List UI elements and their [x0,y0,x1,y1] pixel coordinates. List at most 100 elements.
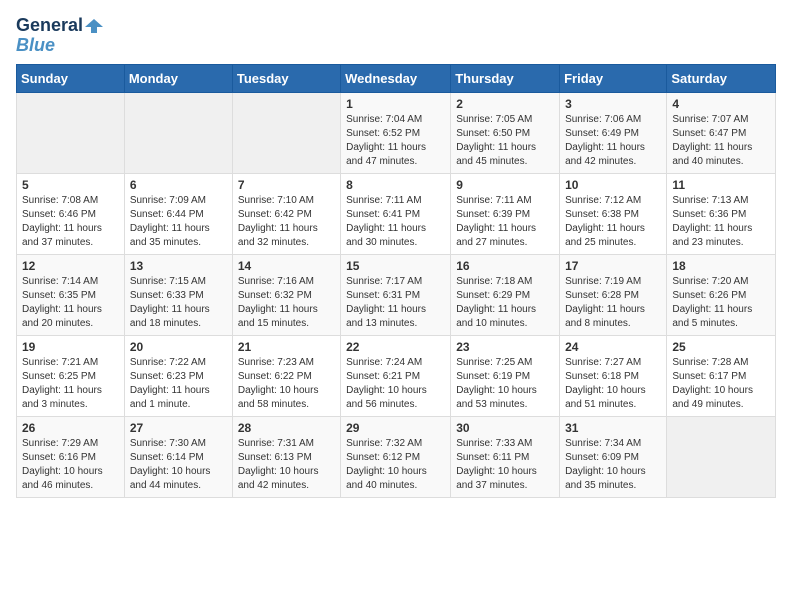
calendar-cell [124,92,232,173]
day-number: 22 [346,340,445,354]
day-number: 28 [238,421,335,435]
day-info: Sunrise: 7:16 AM Sunset: 6:32 PM Dayligh… [238,275,335,331]
weekday-header-saturday: Saturday [667,64,776,92]
day-info: Sunrise: 7:18 AM Sunset: 6:29 PM Dayligh… [456,275,554,331]
day-number: 23 [456,340,554,354]
day-info: Sunrise: 7:28 AM Sunset: 6:17 PM Dayligh… [672,356,770,412]
page-header: General Blue [16,16,776,56]
day-info: Sunrise: 7:05 AM Sunset: 6:50 PM Dayligh… [456,113,554,169]
calendar-cell: 18Sunrise: 7:20 AM Sunset: 6:26 PM Dayli… [667,254,776,335]
calendar-cell: 8Sunrise: 7:11 AM Sunset: 6:41 PM Daylig… [341,173,451,254]
day-info: Sunrise: 7:04 AM Sunset: 6:52 PM Dayligh… [346,113,445,169]
day-number: 3 [565,97,661,111]
weekday-header-friday: Friday [560,64,667,92]
day-number: 5 [22,178,119,192]
day-number: 9 [456,178,554,192]
day-info: Sunrise: 7:32 AM Sunset: 6:12 PM Dayligh… [346,437,445,493]
calendar-cell: 5 Sunrise: 7:08 AM Sunset: 6:46 PM Daylig… [17,173,125,254]
day-info: Sunrise: 7:22 AM Sunset: 6:23 PM Dayligh… [130,356,227,412]
calendar-cell: 16Sunrise: 7:18 AM Sunset: 6:29 PM Dayli… [451,254,560,335]
day-info: Sunrise: 7:27 AM Sunset: 6:18 PM Dayligh… [565,356,661,412]
day-number: 27 [130,421,227,435]
calendar-cell: 15 Sunrise: 7:17 AM Sunset: 6:31 PM Dayli… [341,254,451,335]
calendar-cell: 6 Sunrise: 7:09 AM Sunset: 6:44 PM Daylig… [124,173,232,254]
day-info: Sunrise: 7:34 AM Sunset: 6:09 PM Dayligh… [565,437,661,493]
calendar-cell: 21 Sunrise: 7:23 AM Sunset: 6:22 PM Dayli… [232,335,340,416]
weekday-header-wednesday: Wednesday [341,64,451,92]
weekday-header-sunday: Sunday [17,64,125,92]
calendar-cell: 19Sunrise: 7:21 AM Sunset: 6:25 PM Dayli… [17,335,125,416]
day-number: 20 [130,340,227,354]
calendar-cell: 1 Sunrise: 7:04 AM Sunset: 6:52 PM Daylig… [341,92,451,173]
day-number: 2 [456,97,554,111]
calendar-cell: 24 Sunrise: 7:27 AM Sunset: 6:18 PM Dayli… [560,335,667,416]
day-info: Sunrise: 7:14 AM Sunset: 6:35 PM Dayligh… [22,275,119,331]
day-info: Sunrise: 7:23 AM Sunset: 6:22 PM Dayligh… [238,356,335,412]
day-number: 25 [672,340,770,354]
calendar-table: SundayMondayTuesdayWednesdayThursdayFrid… [16,64,776,498]
calendar-cell: 25 Sunrise: 7:28 AM Sunset: 6:17 PM Dayli… [667,335,776,416]
calendar-cell: 7Sunrise: 7:10 AM Sunset: 6:42 PM Daylig… [232,173,340,254]
day-number: 10 [565,178,661,192]
day-info: Sunrise: 7:25 AM Sunset: 6:19 PM Dayligh… [456,356,554,412]
day-number: 15 [346,259,445,273]
day-number: 6 [130,178,227,192]
calendar-cell: 17 Sunrise: 7:19 AM Sunset: 6:28 PM Dayli… [560,254,667,335]
day-info: Sunrise: 7:24 AM Sunset: 6:21 PM Dayligh… [346,356,445,412]
day-number: 14 [238,259,335,273]
day-number: 17 [565,259,661,273]
day-number: 4 [672,97,770,111]
day-info: Sunrise: 7:19 AM Sunset: 6:28 PM Dayligh… [565,275,661,331]
day-number: 30 [456,421,554,435]
day-info: Sunrise: 7:08 AM Sunset: 6:46 PM Dayligh… [22,194,119,250]
day-info: Sunrise: 7:06 AM Sunset: 6:49 PM Dayligh… [565,113,661,169]
day-number: 29 [346,421,445,435]
calendar-week-row: 19Sunrise: 7:21 AM Sunset: 6:25 PM Dayli… [17,335,776,416]
calendar-cell: 31 Sunrise: 7:34 AM Sunset: 6:09 PM Dayli… [560,416,667,497]
calendar-cell: 30Sunrise: 7:33 AM Sunset: 6:11 PM Dayli… [451,416,560,497]
calendar-cell: 20 Sunrise: 7:22 AM Sunset: 6:23 PM Dayli… [124,335,232,416]
calendar-cell: 23 Sunrise: 7:25 AM Sunset: 6:19 PM Dayli… [451,335,560,416]
day-info: Sunrise: 7:11 AM Sunset: 6:41 PM Dayligh… [346,194,445,250]
day-info: Sunrise: 7:29 AM Sunset: 6:16 PM Dayligh… [22,437,119,493]
day-number: 12 [22,259,119,273]
calendar-cell [667,416,776,497]
calendar-cell: 12 Sunrise: 7:14 AM Sunset: 6:35 PM Dayli… [17,254,125,335]
day-number: 1 [346,97,445,111]
day-number: 31 [565,421,661,435]
calendar-cell: 10Sunrise: 7:12 AM Sunset: 6:38 PM Dayli… [560,173,667,254]
calendar-cell: 9 Sunrise: 7:11 AM Sunset: 6:39 PM Daylig… [451,173,560,254]
weekday-header-tuesday: Tuesday [232,64,340,92]
logo-text-blue: Blue [16,36,55,56]
day-info: Sunrise: 7:20 AM Sunset: 6:26 PM Dayligh… [672,275,770,331]
day-number: 19 [22,340,119,354]
day-info: Sunrise: 7:31 AM Sunset: 6:13 PM Dayligh… [238,437,335,493]
day-info: Sunrise: 7:13 AM Sunset: 6:36 PM Dayligh… [672,194,770,250]
calendar-week-row: 26 Sunrise: 7:29 AM Sunset: 6:16 PM Dayli… [17,416,776,497]
weekday-header-row: SundayMondayTuesdayWednesdayThursdayFrid… [17,64,776,92]
calendar-cell: 3 Sunrise: 7:06 AM Sunset: 6:49 PM Daylig… [560,92,667,173]
day-info: Sunrise: 7:07 AM Sunset: 6:47 PM Dayligh… [672,113,770,169]
logo: General Blue [16,16,103,56]
calendar-cell: 2 Sunrise: 7:05 AM Sunset: 6:50 PM Daylig… [451,92,560,173]
day-number: 21 [238,340,335,354]
calendar-cell [17,92,125,173]
logo-bird-icon [85,17,103,35]
day-info: Sunrise: 7:30 AM Sunset: 6:14 PM Dayligh… [130,437,227,493]
day-info: Sunrise: 7:17 AM Sunset: 6:31 PM Dayligh… [346,275,445,331]
calendar-cell: 14 Sunrise: 7:16 AM Sunset: 6:32 PM Dayli… [232,254,340,335]
calendar-week-row: 12 Sunrise: 7:14 AM Sunset: 6:35 PM Dayli… [17,254,776,335]
calendar-cell: 13Sunrise: 7:15 AM Sunset: 6:33 PM Dayli… [124,254,232,335]
calendar-cell: 26 Sunrise: 7:29 AM Sunset: 6:16 PM Dayli… [17,416,125,497]
weekday-header-monday: Monday [124,64,232,92]
calendar-cell: 28 Sunrise: 7:31 AM Sunset: 6:13 PM Dayli… [232,416,340,497]
day-number: 24 [565,340,661,354]
day-info: Sunrise: 7:11 AM Sunset: 6:39 PM Dayligh… [456,194,554,250]
calendar-cell: 11Sunrise: 7:13 AM Sunset: 6:36 PM Dayli… [667,173,776,254]
day-number: 7 [238,178,335,192]
day-info: Sunrise: 7:09 AM Sunset: 6:44 PM Dayligh… [130,194,227,250]
calendar-cell: 29 Sunrise: 7:32 AM Sunset: 6:12 PM Dayli… [341,416,451,497]
logo-text-general: General [16,16,83,36]
calendar-cell: 22 Sunrise: 7:24 AM Sunset: 6:21 PM Dayli… [341,335,451,416]
day-number: 26 [22,421,119,435]
